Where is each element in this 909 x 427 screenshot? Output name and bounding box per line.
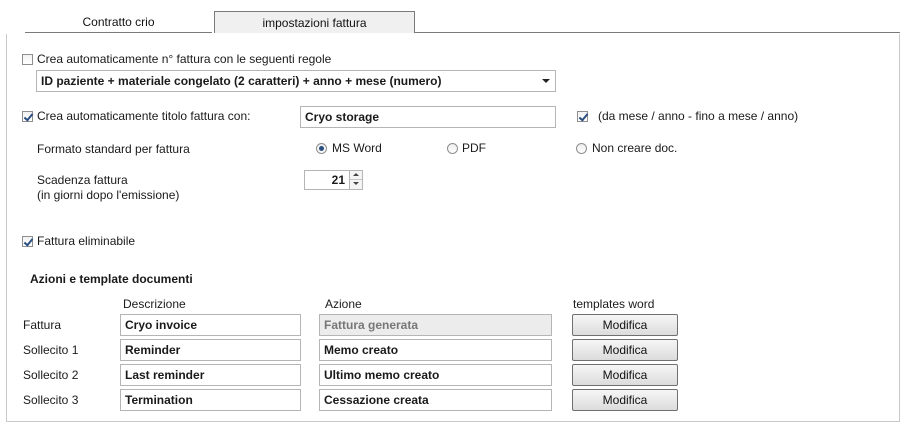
row-type-label: Sollecito 1 — [23, 343, 79, 357]
format-pdf-radio[interactable] — [447, 143, 458, 154]
auto-number-label: Crea automaticamente n° fattura con le s… — [37, 52, 332, 66]
format-msword-radio[interactable] — [316, 143, 327, 154]
deletable-label: Fattura eliminabile — [37, 234, 136, 248]
row-type-label: Sollecito 2 — [23, 368, 79, 382]
col-action-header: Azione — [325, 297, 362, 311]
auto-title-label: Crea automaticamente titolo fattura con: — [37, 109, 251, 123]
number-rule-value: ID paziente + materiale congelato (2 car… — [36, 70, 556, 92]
row-action-input[interactable]: Ultimo memo creato — [319, 364, 552, 386]
row-action-input[interactable]: Cessazione creata — [319, 389, 552, 411]
due-days-stepper[interactable] — [349, 170, 363, 190]
row-description-input[interactable]: Reminder — [120, 339, 301, 361]
due-days-input[interactable]: 21 — [304, 170, 350, 190]
row-description-input[interactable]: Last reminder — [120, 364, 301, 386]
stepper-down-icon[interactable] — [350, 180, 362, 189]
invoice-title-input[interactable]: Cryo storage — [300, 106, 556, 128]
number-rule-select[interactable]: ID paziente + materiale congelato (2 car… — [36, 70, 556, 92]
auto-title-checkbox[interactable] — [22, 111, 33, 122]
auto-number-checkbox[interactable] — [22, 54, 33, 65]
due-label: Scadenza fattura — [37, 173, 128, 187]
row-action-input: Fattura generata — [319, 314, 552, 336]
format-pdf-label: PDF — [462, 141, 486, 155]
col-templates-header: templates word — [573, 297, 655, 311]
row-type-label: Sollecito 3 — [23, 393, 79, 407]
tab-strip-divider — [415, 32, 900, 33]
format-msword-label: MS Word — [332, 141, 382, 155]
period-checkbox[interactable] — [577, 111, 588, 122]
actions-section-title: Azioni e template documenti — [30, 272, 193, 286]
stepper-up-icon[interactable] — [350, 171, 362, 180]
tab-contratto-crio[interactable]: Contratto crio — [25, 11, 212, 33]
tab-impostazioni-fattura[interactable]: impostazioni fattura — [214, 11, 415, 33]
chevron-down-icon — [542, 79, 550, 83]
format-label: Formato standard per fattura — [37, 142, 190, 156]
row-action-input[interactable]: Memo creato — [319, 339, 552, 361]
modifica-button[interactable]: Modifica — [572, 339, 678, 361]
row-description-input[interactable]: Termination — [120, 389, 301, 411]
modifica-button[interactable]: Modifica — [572, 364, 678, 386]
row-type-label: Fattura — [23, 318, 62, 332]
period-label: (da mese / anno - fino a mese / anno) — [598, 109, 799, 123]
deletable-checkbox[interactable] — [22, 236, 33, 247]
format-none-radio[interactable] — [576, 143, 587, 154]
modifica-button[interactable]: Modifica — [572, 389, 678, 411]
modifica-button[interactable]: Modifica — [572, 314, 678, 336]
row-description-input[interactable]: Cryo invoice — [120, 314, 301, 336]
due-sublabel: (in giorni dopo l'emissione) — [37, 188, 180, 202]
col-description-header: Descrizione — [123, 297, 186, 311]
format-none-label: Non creare doc. — [592, 141, 678, 155]
